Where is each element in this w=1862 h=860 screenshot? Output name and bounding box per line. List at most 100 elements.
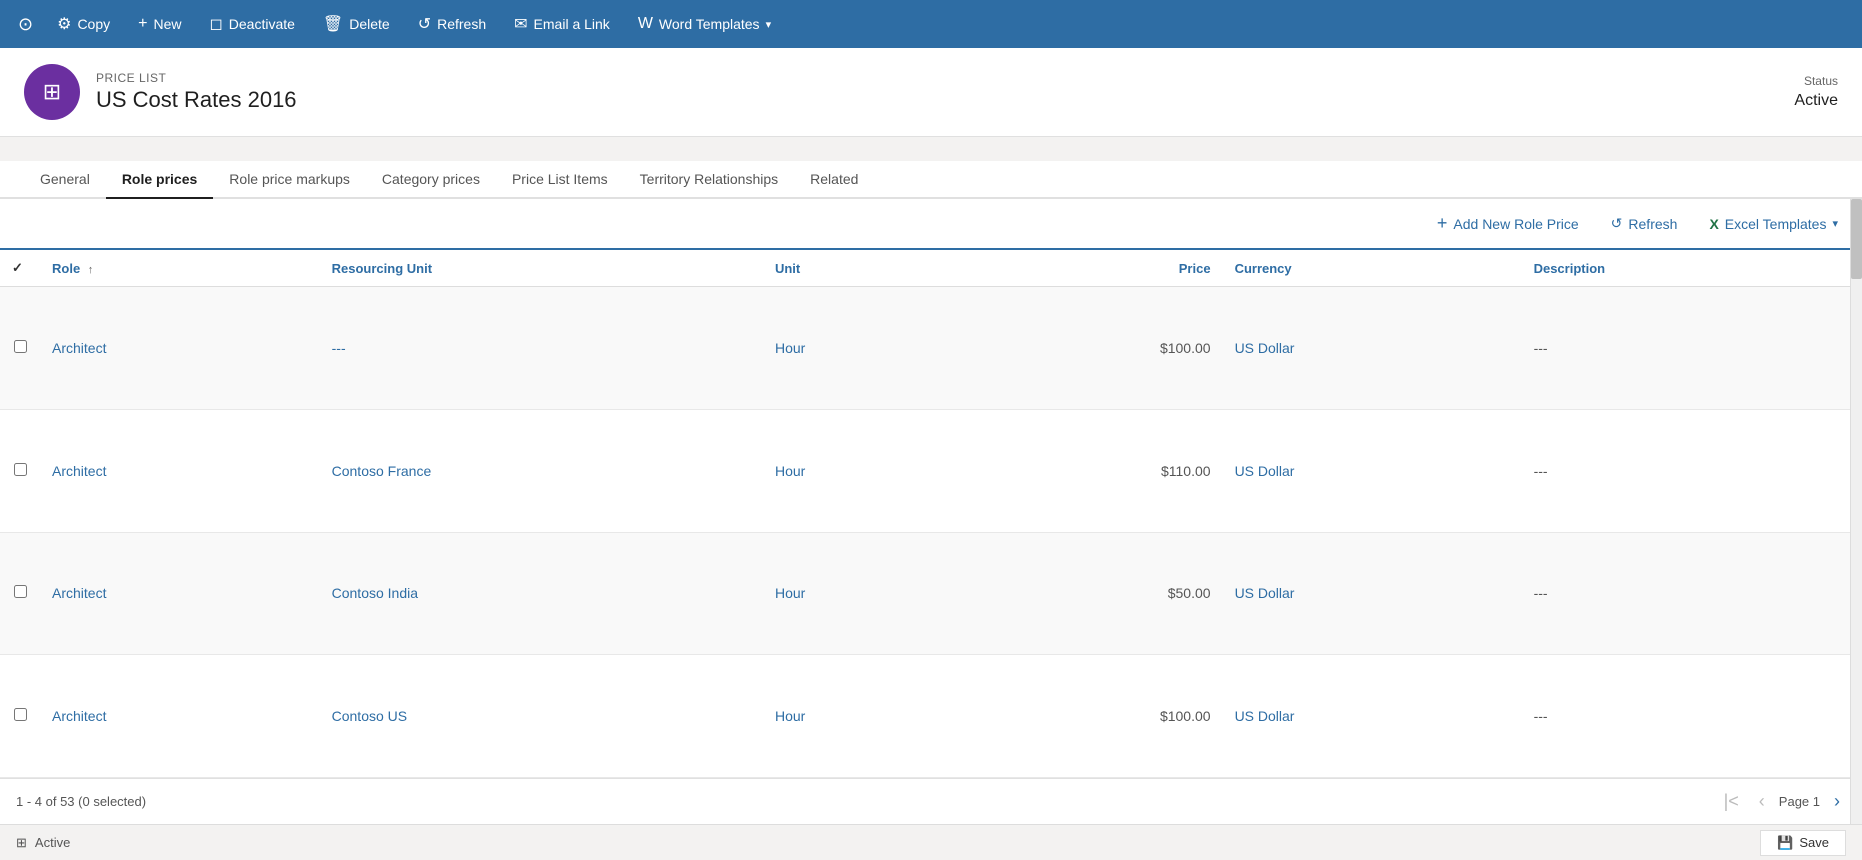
table-row[interactable]: Architect Contoso India Hour $50.00 US D…: [0, 532, 1862, 655]
delete-icon: 🗑: [323, 14, 343, 34]
row-select-checkbox[interactable]: [14, 585, 27, 598]
grid-toolbar: + Add New Role Price ↺ Refresh X Excel T…: [0, 199, 1862, 250]
add-icon: +: [1437, 213, 1448, 234]
row-select-checkbox[interactable]: [14, 340, 27, 353]
row-checkbox[interactable]: [0, 532, 40, 655]
pagination-controls: |< ‹ Page 1 ›: [1718, 789, 1846, 814]
prev-page-button[interactable]: ‹: [1753, 789, 1771, 814]
tab-price-list-items[interactable]: Price List Items: [496, 161, 624, 199]
first-page-button[interactable]: |<: [1718, 789, 1745, 814]
grid-refresh-button[interactable]: ↺ Refresh: [1603, 211, 1686, 236]
avatar: ⊞: [24, 64, 80, 120]
role-sort-icon: ↑: [88, 264, 94, 276]
unit-header-label: Unit: [775, 261, 800, 276]
table-row[interactable]: Architect Contoso US Hour $100.00 US Dol…: [0, 655, 1862, 778]
tab-role-price-markups[interactable]: Role price markups: [213, 161, 366, 199]
unit-cell[interactable]: Hour: [763, 287, 957, 410]
table-row[interactable]: Architect Contoso France Hour $110.00 US…: [0, 409, 1862, 532]
pagination-summary: 1 - 4 of 53 (0 selected): [16, 794, 146, 809]
tab-territory-relationships[interactable]: Territory Relationships: [624, 161, 795, 199]
delete-button[interactable]: 🗑 Delete: [309, 8, 404, 40]
deactivate-label: Deactivate: [229, 16, 295, 32]
description-column-header[interactable]: Description: [1522, 250, 1862, 287]
select-all-header[interactable]: ✓: [0, 250, 40, 287]
row-checkbox[interactable]: [0, 409, 40, 532]
header-info: PRICE LIST US Cost Rates 2016: [96, 71, 1778, 113]
resourcing-unit-column-header[interactable]: Resourcing Unit: [320, 250, 763, 287]
row-select-checkbox[interactable]: [14, 708, 27, 721]
email-label: Email a Link: [534, 16, 610, 32]
tab-general[interactable]: General: [24, 161, 106, 199]
history-button[interactable]: ⊙: [8, 8, 43, 41]
resourcing-unit-cell[interactable]: Contoso France: [320, 409, 763, 532]
next-page-button[interactable]: ›: [1828, 789, 1846, 814]
row-checkbox[interactable]: [0, 287, 40, 410]
unit-column-header[interactable]: Unit: [763, 250, 957, 287]
record-title: US Cost Rates 2016: [96, 87, 1778, 113]
word-templates-chevron: ▾: [766, 18, 772, 31]
price-cell: $100.00: [957, 655, 1223, 778]
currency-cell[interactable]: US Dollar: [1223, 409, 1522, 532]
currency-cell[interactable]: US Dollar: [1223, 287, 1522, 410]
deactivate-icon: ◻: [209, 14, 222, 34]
currency-cell[interactable]: US Dollar: [1223, 655, 1522, 778]
resourcing-unit-header-label: Resourcing Unit: [332, 261, 432, 276]
resourcing-unit-cell[interactable]: Contoso US: [320, 655, 763, 778]
row-checkbox[interactable]: [0, 655, 40, 778]
status-bar-actions: 💾 Save: [1760, 830, 1846, 856]
status-value: Active: [1794, 92, 1838, 110]
role-cell[interactable]: Architect: [40, 409, 320, 532]
tab-role-prices[interactable]: Role prices: [106, 161, 213, 199]
price-column-header[interactable]: Price: [957, 250, 1223, 287]
email-link-button[interactable]: ✉ Email a Link: [500, 8, 624, 40]
resourcing-unit-cell[interactable]: ---: [320, 287, 763, 410]
email-icon: ✉: [514, 14, 527, 34]
role-column-header[interactable]: Role ↑: [40, 250, 320, 287]
role-header-label: Role: [52, 261, 80, 276]
unit-cell[interactable]: Hour: [763, 532, 957, 655]
role-prices-table: ✓ Role ↑ Resourcing Unit Unit Price: [0, 250, 1862, 778]
unit-cell[interactable]: Hour: [763, 409, 957, 532]
scroll-thumb[interactable]: [1851, 199, 1862, 279]
row-select-checkbox[interactable]: [14, 463, 27, 476]
excel-chevron-icon: ▾: [1832, 217, 1838, 230]
word-templates-button[interactable]: W Word Templates ▾: [624, 9, 785, 39]
copy-button[interactable]: ⚙ Copy: [43, 8, 124, 40]
table-row[interactable]: Architect --- Hour $100.00 US Dollar ---: [0, 287, 1862, 410]
save-button[interactable]: 💾 Save: [1760, 830, 1846, 856]
tab-category-prices[interactable]: Category prices: [366, 161, 496, 199]
role-cell[interactable]: Architect: [40, 532, 320, 655]
new-button[interactable]: + New: [124, 9, 195, 39]
description-header-label: Description: [1534, 261, 1606, 276]
add-new-role-price-button[interactable]: + Add New Role Price: [1429, 209, 1587, 238]
role-cell[interactable]: Architect: [40, 287, 320, 410]
price-cell: $110.00: [957, 409, 1223, 532]
currency-header-label: Currency: [1235, 261, 1292, 276]
description-cell: ---: [1522, 655, 1862, 778]
tab-related[interactable]: Related: [794, 161, 874, 199]
grid-refresh-label: Refresh: [1628, 216, 1677, 232]
description-cell: ---: [1522, 532, 1862, 655]
deactivate-button[interactable]: ◻ Deactivate: [195, 8, 308, 40]
price-header-label: Price: [1179, 261, 1211, 276]
table-header-row: ✓ Role ↑ Resourcing Unit Unit Price: [0, 250, 1862, 287]
currency-column-header[interactable]: Currency: [1223, 250, 1522, 287]
scrollbar[interactable]: [1850, 199, 1862, 824]
delete-label: Delete: [349, 16, 389, 32]
status-bar: ⊞ Active 💾 Save: [0, 824, 1862, 860]
role-cell[interactable]: Architect: [40, 655, 320, 778]
new-label: New: [153, 16, 181, 32]
unit-cell[interactable]: Hour: [763, 655, 957, 778]
excel-icon: X: [1709, 216, 1718, 232]
description-cell: ---: [1522, 409, 1862, 532]
resourcing-unit-cell[interactable]: Contoso India: [320, 532, 763, 655]
excel-templates-button[interactable]: X Excel Templates ▾: [1701, 212, 1846, 236]
word-templates-label: Word Templates: [659, 16, 760, 32]
record-header: ⊞ PRICE LIST US Cost Rates 2016 Status A…: [0, 48, 1862, 137]
copy-icon: ⚙: [57, 14, 71, 34]
data-grid: ✓ Role ↑ Resourcing Unit Unit Price: [0, 250, 1862, 824]
currency-cell[interactable]: US Dollar: [1223, 532, 1522, 655]
tabs-bar: General Role prices Role price markups C…: [0, 161, 1862, 199]
refresh-button[interactable]: ↺ Refresh: [404, 8, 500, 40]
add-new-label: Add New Role Price: [1453, 216, 1578, 232]
